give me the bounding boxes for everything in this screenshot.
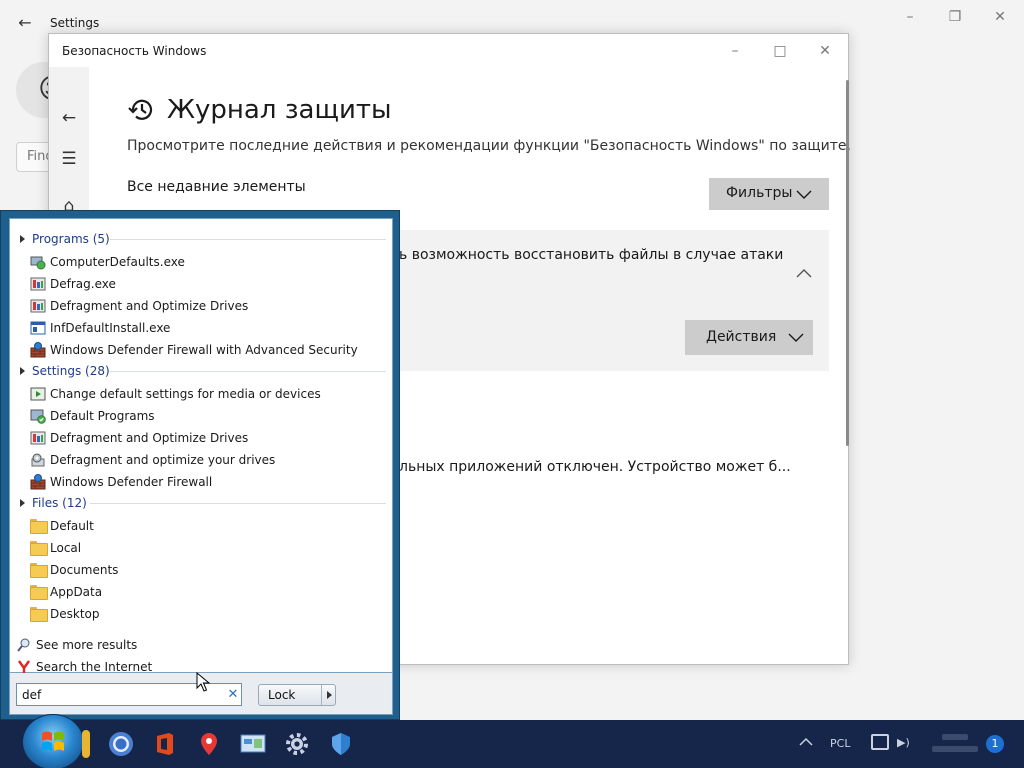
divider xyxy=(110,371,386,372)
folder-icon xyxy=(30,540,48,556)
maximize-button[interactable]: □ xyxy=(757,38,803,64)
shield-icon[interactable] xyxy=(327,730,355,758)
window-title: Безопасность Windows xyxy=(62,44,207,58)
actions-button[interactable]: Действия xyxy=(685,320,813,355)
windows-logo-icon xyxy=(42,731,64,751)
chevron-right-icon[interactable] xyxy=(321,685,336,705)
list-item[interactable]: Defragment and optimize your drives xyxy=(30,450,275,470)
autoplay-icon xyxy=(30,387,46,401)
list-item[interactable]: Desktop xyxy=(30,604,100,624)
search-icon xyxy=(17,638,30,652)
list-item[interactable]: Change default settings for media or dev… xyxy=(30,384,321,404)
list-item[interactable]: Windows Defender Firewall with Advanced … xyxy=(30,340,358,360)
list-item[interactable]: ComputerDefaults.exe xyxy=(30,252,185,272)
defrag-icon xyxy=(30,431,46,445)
group-header-files[interactable]: Files (12) xyxy=(20,494,87,512)
settings-title: Settings xyxy=(50,16,100,30)
restore-button[interactable]: ❐ xyxy=(938,6,972,28)
list-item[interactable]: Defragment and Optimize Drives xyxy=(30,296,248,316)
start-menu: Programs (5) ComputerDefaults.exe Defrag… xyxy=(0,210,400,720)
mouse-cursor-icon xyxy=(196,672,211,692)
gear-icon[interactable] xyxy=(283,730,311,758)
network-icon[interactable] xyxy=(871,734,889,750)
minimize-button[interactable]: – xyxy=(893,6,927,28)
folder-icon xyxy=(30,606,48,622)
default-programs-icon xyxy=(30,409,46,424)
back-arrow-icon[interactable]: ← xyxy=(56,105,82,131)
close-icon[interactable]: ✕ xyxy=(225,686,241,704)
history-card-title[interactable]: ь возможность восстановить файлы в случа… xyxy=(399,247,783,263)
taskbar: PCL ▶) 1 xyxy=(0,714,1024,768)
chevron-down-icon xyxy=(788,333,804,342)
group-header-settings[interactable]: Settings (28) xyxy=(20,362,110,380)
group-header-programs[interactable]: Programs (5) xyxy=(20,230,110,248)
chrome-icon[interactable] xyxy=(107,730,135,758)
lock-label: Lock xyxy=(268,688,296,702)
computer-defaults-icon xyxy=(30,256,46,270)
close-button[interactable]: ✕ xyxy=(983,6,1017,28)
divider xyxy=(110,239,386,240)
folder-icon xyxy=(30,584,48,600)
list-item[interactable]: Local xyxy=(30,538,81,558)
defrag-icon xyxy=(30,277,46,291)
start-button[interactable] xyxy=(22,714,84,768)
history-entry-text[interactable]: льных приложений отключен. Устройство мо… xyxy=(399,459,791,475)
minimize-button[interactable]: – xyxy=(712,38,758,64)
list-item[interactable]: AppData xyxy=(30,582,102,602)
scrollbar[interactable] xyxy=(846,80,849,446)
list-item[interactable]: Default Programs xyxy=(30,406,155,426)
divider xyxy=(90,503,386,504)
search-results-panel: Programs (5) ComputerDefaults.exe Defrag… xyxy=(9,218,393,674)
search-input-value: def xyxy=(22,688,42,702)
folder-icon xyxy=(30,562,48,578)
list-item[interactable]: InfDefaultInstall.exe xyxy=(30,318,170,338)
page-description: Просмотрите последние действия и рекомен… xyxy=(127,138,851,154)
clock-icon[interactable] xyxy=(928,728,982,760)
input-language-indicator[interactable]: PCL xyxy=(830,737,850,750)
page-title: Журнал защиты xyxy=(167,95,392,125)
recent-items-label: Все недавние элементы xyxy=(127,179,306,195)
installer-icon xyxy=(30,321,46,335)
hamburger-menu-icon[interactable]: ☰ xyxy=(56,146,82,172)
defrag-settings-icon xyxy=(31,453,45,467)
folder-icon xyxy=(30,518,48,534)
filters-button[interactable]: Фильтры xyxy=(709,178,829,210)
back-arrow-icon[interactable]: ← xyxy=(14,12,36,34)
volume-icon[interactable]: ▶) xyxy=(897,736,910,749)
page-heading: Журнал защиты xyxy=(127,90,392,130)
expand-arrow-icon xyxy=(20,367,25,375)
expand-arrow-icon xyxy=(20,499,25,507)
close-button[interactable]: ✕ xyxy=(802,38,848,64)
chevron-down-icon xyxy=(796,190,812,199)
chevron-up-icon[interactable] xyxy=(795,264,813,282)
list-item[interactable]: Defragment and Optimize Drives xyxy=(30,428,248,448)
list-item[interactable]: Defrag.exe xyxy=(30,274,116,294)
notification-badge[interactable]: 1 xyxy=(986,735,1004,753)
control-panel-icon[interactable] xyxy=(239,730,267,758)
file-explorer-icon[interactable] xyxy=(82,730,90,758)
list-item[interactable]: Default xyxy=(30,516,94,536)
list-item[interactable]: Windows Defender Firewall xyxy=(30,472,212,492)
chevron-up-icon[interactable] xyxy=(798,734,814,750)
firewall-icon xyxy=(30,474,46,490)
firewall-icon xyxy=(30,342,46,358)
history-icon xyxy=(128,99,153,120)
actions-label: Действия xyxy=(706,329,777,345)
see-more-results-link[interactable]: See more results xyxy=(16,635,137,655)
expand-arrow-icon xyxy=(20,235,25,243)
lock-button[interactable]: Lock xyxy=(258,684,336,706)
defrag-icon xyxy=(30,299,46,313)
list-item[interactable]: Documents xyxy=(30,560,118,580)
filters-label: Фильтры xyxy=(726,185,793,201)
maps-pin-icon[interactable] xyxy=(195,730,223,758)
office-icon[interactable] xyxy=(151,730,179,758)
